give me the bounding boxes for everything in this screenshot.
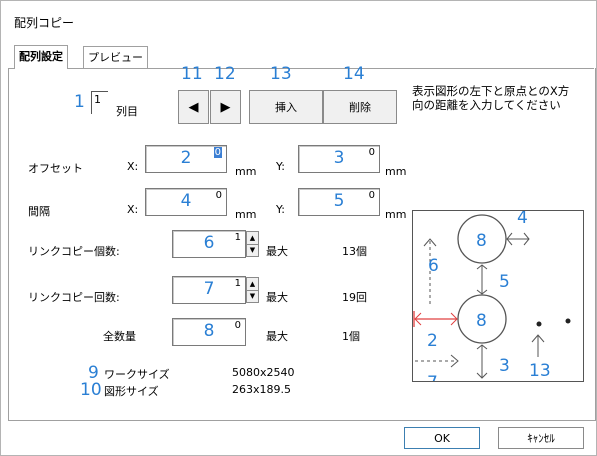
total-max-label: 最大 bbox=[266, 330, 288, 343]
offset-y-unit: mm bbox=[385, 165, 407, 178]
spacing-y-marker: 5 bbox=[333, 191, 345, 211]
link-count-spinner[interactable]: ▲ ▼ bbox=[246, 231, 259, 257]
layout-preview: 8 8 4 5 6 2 3 7 13 bbox=[412, 208, 584, 393]
offset-y-label: Y: bbox=[276, 160, 285, 173]
total-label: 全数量 bbox=[103, 330, 136, 343]
link-times-label: リンクコピー回数: bbox=[28, 291, 120, 304]
spacing-x-marker: 4 bbox=[180, 191, 192, 211]
preview-label-13: 13 bbox=[529, 361, 551, 381]
preview-label-3: 3 bbox=[499, 356, 510, 376]
offset-y-input[interactable]: 3 0 bbox=[298, 145, 380, 173]
triangle-right-icon: ▶ bbox=[220, 100, 231, 115]
spacing-y-input[interactable]: 5 0 bbox=[298, 188, 380, 216]
total-input[interactable]: 8 0 bbox=[172, 318, 246, 346]
column-value: 1 bbox=[94, 93, 101, 106]
link-times-input[interactable]: 7 1 bbox=[172, 276, 246, 304]
link-times-value: 1 bbox=[234, 278, 241, 289]
link-times-spinner[interactable]: ▲ ▼ bbox=[246, 277, 259, 303]
column-input[interactable]: 1 bbox=[91, 91, 108, 114]
link-times-max-value: 19回 bbox=[342, 291, 367, 304]
marker-1: 1 bbox=[74, 92, 85, 112]
spacing-y-value: 0 bbox=[368, 190, 375, 201]
shape-size-value: 263x189.5 bbox=[232, 383, 291, 396]
preview-label-4: 4 bbox=[517, 211, 528, 228]
next-button[interactable]: ▶ bbox=[210, 90, 241, 124]
spacing-x-value: 0 bbox=[215, 190, 222, 201]
spacing-label: 間隔 bbox=[28, 205, 50, 218]
offset-x-label: X: bbox=[127, 160, 139, 173]
link-count-max-label: 最大 bbox=[266, 245, 288, 258]
preview-label-6: 6 bbox=[428, 256, 439, 276]
offset-y-value: 0 bbox=[368, 147, 375, 158]
link-count-max-value: 13個 bbox=[342, 245, 367, 258]
offset-x-input[interactable]: 2 0 bbox=[145, 145, 227, 173]
insert-button[interactable]: 挿入 bbox=[249, 90, 323, 124]
spin-down-icon[interactable]: ▼ bbox=[247, 290, 258, 302]
delete-button[interactable]: 削除 bbox=[323, 90, 397, 124]
link-count-label: リンクコピー個数: bbox=[28, 245, 120, 258]
marker-10: 10 bbox=[80, 380, 102, 400]
offset-x-value: 0 bbox=[213, 147, 222, 158]
top-circle-label: 8 bbox=[476, 231, 487, 251]
hint-line-2: 向の距離を入力してください bbox=[412, 98, 561, 112]
marker-11: 11 bbox=[181, 64, 203, 84]
cancel-button[interactable]: ｷｬﾝｾﾙ bbox=[498, 427, 584, 449]
window-title: 配列コピー bbox=[14, 16, 75, 30]
spin-down-icon[interactable]: ▼ bbox=[247, 244, 258, 256]
preview-label-5: 5 bbox=[499, 272, 510, 292]
offset-label: オフセット bbox=[28, 162, 83, 175]
work-size-label: ワークサイズ bbox=[104, 368, 170, 381]
preview-diagram: 8 8 4 5 6 2 3 7 13 bbox=[413, 208, 571, 393]
spacing-x-unit: mm bbox=[235, 208, 257, 221]
marker-12: 12 bbox=[214, 64, 236, 84]
shape-size-label: 図形サイズ bbox=[104, 385, 159, 398]
work-size-value: 5080x2540 bbox=[232, 366, 295, 379]
dot bbox=[565, 318, 571, 324]
link-times-max-label: 最大 bbox=[266, 291, 288, 304]
preview-label-2: 2 bbox=[427, 331, 438, 351]
link-count-input[interactable]: 6 1 bbox=[172, 230, 246, 258]
tab-array-settings[interactable]: 配列設定 bbox=[14, 45, 68, 69]
spacing-y-label: Y: bbox=[276, 203, 285, 216]
spacing-y-unit: mm bbox=[385, 208, 407, 221]
spacing-x-label: X: bbox=[127, 203, 139, 216]
marker-14: 14 bbox=[343, 64, 365, 84]
dot bbox=[536, 321, 542, 327]
link-count-value: 1 bbox=[234, 232, 241, 243]
spacing-x-input[interactable]: 4 0 bbox=[145, 188, 227, 216]
bottom-circle-label: 8 bbox=[476, 311, 487, 331]
total-value: 0 bbox=[234, 320, 241, 331]
offset-y-marker: 3 bbox=[333, 148, 345, 168]
total-max-value: 1個 bbox=[342, 330, 360, 343]
tab-preview[interactable]: プレビュー bbox=[83, 46, 148, 68]
marker-13: 13 bbox=[270, 64, 292, 84]
column-suffix: 列目 bbox=[116, 105, 138, 118]
ok-button[interactable]: OK bbox=[404, 427, 480, 449]
offset-x-unit: mm bbox=[235, 165, 257, 178]
prev-button[interactable]: ◀ bbox=[178, 90, 209, 124]
triangle-left-icon: ◀ bbox=[188, 100, 199, 115]
preview-label-7: 7 bbox=[427, 373, 438, 381]
